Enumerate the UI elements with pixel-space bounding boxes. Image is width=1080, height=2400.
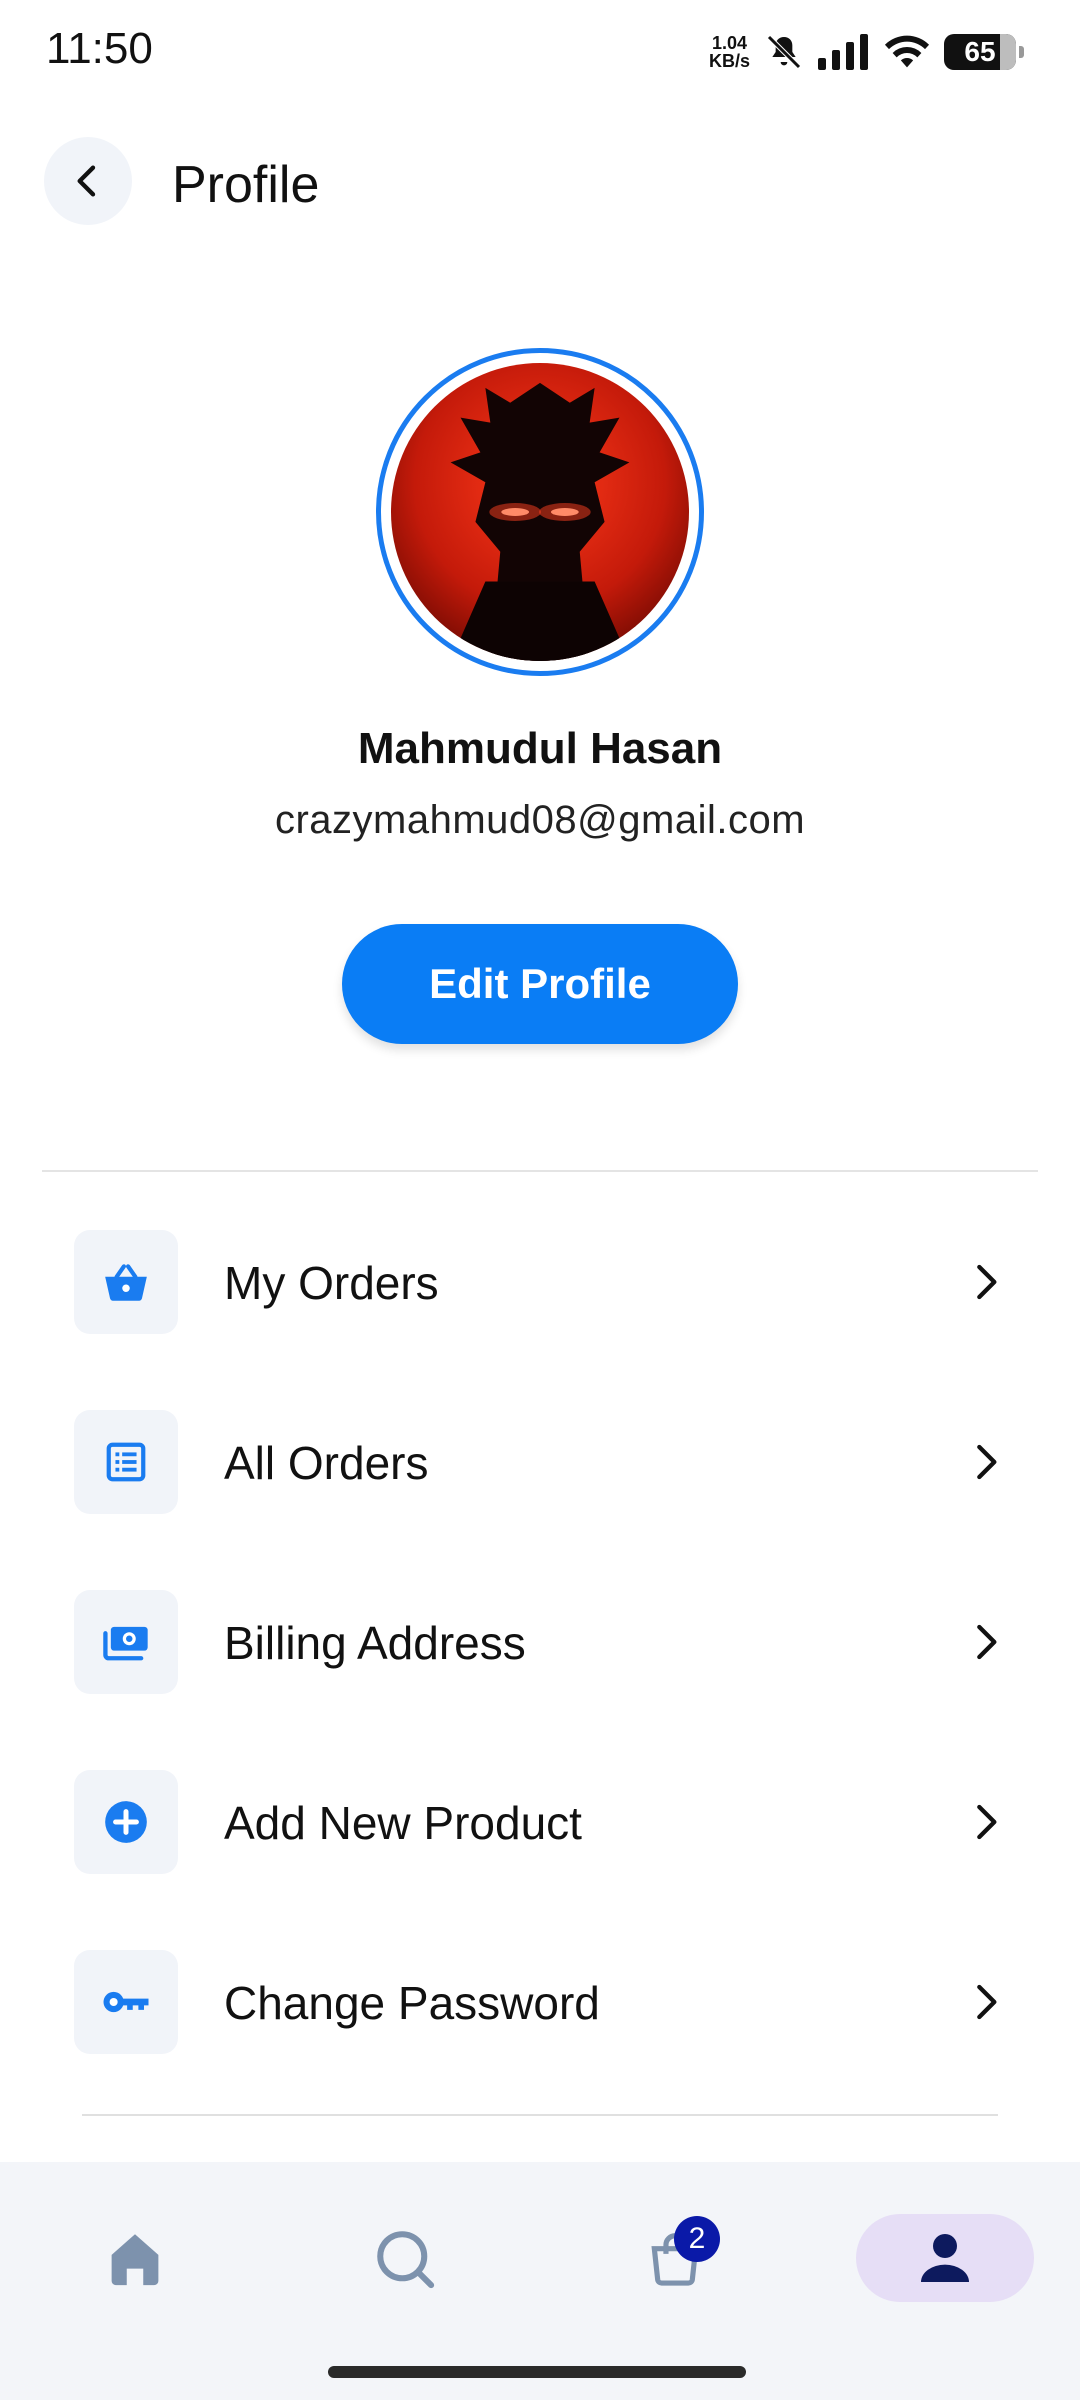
menu-item-label: Billing Address [224, 1617, 526, 1669]
network-speed: 1.04 KB/s [709, 34, 750, 70]
menu-item-add-new-product[interactable]: Add New Product [0, 1770, 1080, 1874]
profile-icon [921, 2234, 969, 2282]
menu-icon-box [74, 1590, 178, 1694]
menu-item-label: Add New Product [224, 1797, 582, 1849]
status-bar: 11:50 1.04 KB/s 65 [0, 0, 1080, 100]
user-email: crazymahmud08@gmail.com [274, 798, 806, 842]
home-indicator[interactable] [328, 2366, 746, 2378]
status-time: 11:50 [46, 24, 153, 73]
page-title: Profile [172, 156, 320, 214]
menu-item-all-orders[interactable]: All Orders [0, 1410, 1080, 1514]
plus-circle-icon [105, 1801, 147, 1843]
divider [42, 1170, 1038, 1172]
money-icon [103, 1626, 148, 1661]
menu-item-label: My Orders [224, 1257, 439, 1309]
menu-icon-box [74, 1770, 178, 1874]
network-speed-unit: KB/s [708, 51, 750, 71]
chevron-right-icon [977, 1984, 997, 2020]
chevron-left-icon [77, 165, 96, 197]
nav-search[interactable] [360, 2214, 450, 2304]
bottom-nav [0, 2162, 1080, 2400]
menu-item-billing-address[interactable]: Billing Address [0, 1590, 1080, 1694]
home-icon [111, 2234, 159, 2286]
battery-level-text: 65 [964, 36, 996, 67]
cart-badge: 2 [674, 2216, 720, 2262]
chevron-right-icon [977, 1444, 997, 1480]
menu-item-label: Change Password [224, 1977, 600, 2029]
menu-item-my-orders[interactable]: My Orders [0, 1230, 1080, 1334]
user-name: Mahmudul Hasan [357, 724, 723, 773]
signal-icon [818, 34, 868, 70]
menu-icon-box [74, 1950, 178, 2054]
bell-muted-icon [767, 35, 801, 69]
header: Profile [0, 135, 1080, 235]
search-icon [377, 2231, 435, 2289]
avatar-image [391, 363, 689, 661]
nav-profile[interactable] [856, 2214, 1034, 2302]
network-speed-value: 1.04 [711, 33, 748, 53]
edit-profile-button[interactable]: Edit Profile [342, 924, 738, 1044]
list-icon [106, 1442, 146, 1482]
nav-home[interactable] [90, 2214, 180, 2304]
avatar[interactable] [376, 348, 704, 676]
profile-screen: 11:50 1.04 KB/s 65 Profile Mahmudul Hasa… [0, 0, 1080, 2400]
menu-icon-box [74, 1230, 178, 1334]
basket-icon [105, 1264, 147, 1301]
wifi-icon [884, 35, 930, 68]
menu-item-change-password[interactable]: Change Password [0, 1950, 1080, 2054]
battery-icon: 65 [944, 34, 1024, 70]
chevron-right-icon [977, 1264, 997, 1300]
back-button[interactable] [44, 137, 132, 225]
menu-item-label: All Orders [224, 1437, 429, 1489]
chevron-right-icon [977, 1804, 997, 1840]
status-icons: 1.04 KB/s 65 [709, 28, 1024, 76]
divider [82, 2114, 998, 2116]
chevron-right-icon [977, 1624, 997, 1660]
key-icon [103, 1991, 149, 2013]
menu-icon-box [74, 1410, 178, 1514]
